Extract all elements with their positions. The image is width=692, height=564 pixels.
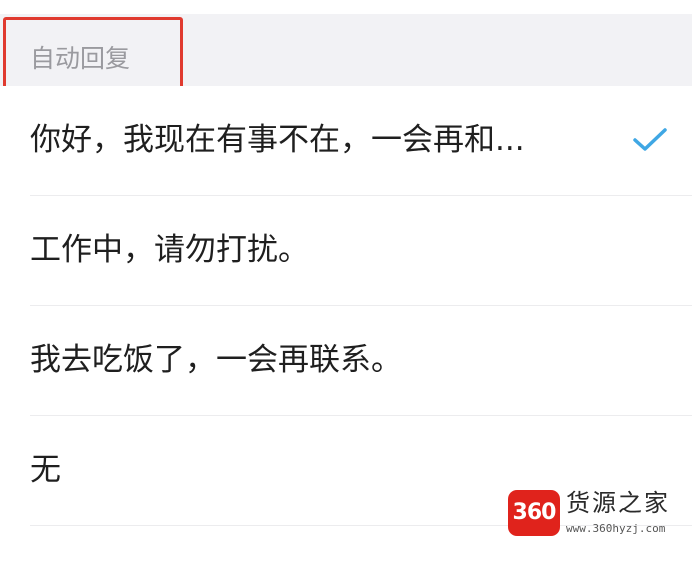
auto-reply-option-label: 无	[30, 452, 61, 488]
auto-reply-list: 你好，我现在有事不在，一会再和... 工作中，请勿打扰。 我去吃饭了，一会再联系…	[0, 86, 692, 526]
auto-reply-option-label: 我去吃饭了，一会再联系。	[30, 342, 402, 378]
watermark-name: 货源之家	[566, 489, 670, 517]
highlight-annotation-box	[3, 17, 183, 93]
watermark-logo-text: 360	[512, 500, 557, 525]
auto-reply-option[interactable]: 工作中，请勿打扰。	[0, 196, 692, 306]
watermark-logo: 360	[508, 490, 560, 536]
auto-reply-option[interactable]: 我去吃饭了，一会再联系。	[0, 306, 692, 416]
watermark: 360 货源之家 www.360hyzj.com	[508, 488, 692, 548]
auto-reply-option[interactable]: 你好，我现在有事不在，一会再和...	[0, 86, 692, 196]
top-strip	[0, 0, 692, 14]
watermark-url: www.360hyzj.com	[566, 522, 666, 535]
auto-reply-option-label: 你好，我现在有事不在，一会再和...	[30, 122, 525, 158]
checkmark-icon	[633, 128, 667, 151]
auto-reply-option-label: 工作中，请勿打扰。	[30, 232, 309, 268]
